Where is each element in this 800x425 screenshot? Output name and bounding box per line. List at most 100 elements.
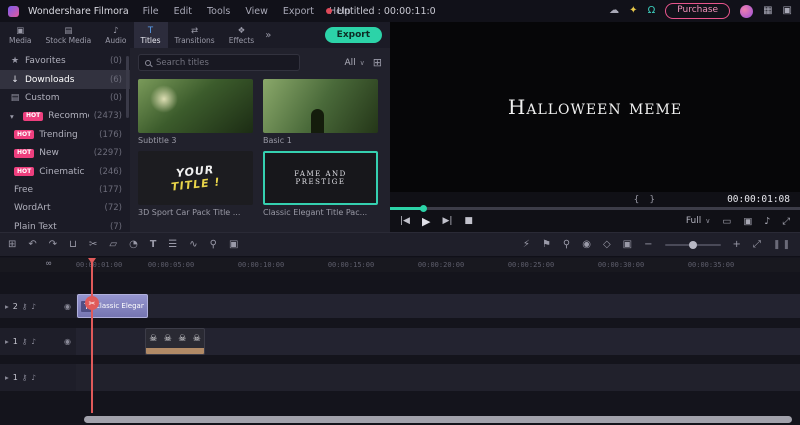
sidebar-item-wordart[interactable]: WordArt (72) <box>0 199 130 217</box>
mic-record-icon[interactable]: ⚲ <box>210 239 217 250</box>
sidebar-item-new[interactable]: HOT New (2297) <box>0 144 130 162</box>
speaker-icon[interactable]: ♪ <box>764 216 770 227</box>
track-collapse-icon[interactable]: ▸ <box>5 373 9 382</box>
tab-media[interactable]: ▣ Media <box>2 22 39 48</box>
sidebar-item-favorites[interactable]: ★ Favorites (0) <box>0 52 130 70</box>
color-adjust-icon[interactable]: ☰ <box>168 239 177 250</box>
playhead-scissors-handle[interactable]: ✂ <box>85 296 99 310</box>
track-lane[interactable] <box>76 294 800 318</box>
seek-progress <box>390 207 424 210</box>
grid-view-icon[interactable]: ⊞ <box>373 56 382 69</box>
eye-icon[interactable]: ◉ <box>64 337 71 346</box>
scrollbar-thumb[interactable] <box>84 415 792 423</box>
lock-icon[interactable]: ⚷ <box>22 302 28 311</box>
screen-record-icon[interactable]: ▣ <box>229 239 238 250</box>
snapshot-icon[interactable]: ▣ <box>743 216 752 227</box>
next-frame-button[interactable]: ▶| <box>442 216 452 226</box>
search-input[interactable] <box>156 57 293 68</box>
menu-export[interactable]: Export <box>280 6 317 17</box>
mute-icon[interactable]: ♪ <box>31 302 36 311</box>
track-collapse-icon[interactable]: ▸ <box>5 337 9 346</box>
sidebar-item-custom[interactable]: ▤ Custom (0) <box>0 89 130 107</box>
mute-icon[interactable]: ♪ <box>31 373 36 382</box>
record-button-icon[interactable]: ◉ <box>582 239 591 250</box>
undo-icon[interactable]: ↶ <box>28 239 36 250</box>
playhead[interactable]: ✂ <box>85 258 99 413</box>
title-thumbnail-classic-elegant[interactable]: FAME AND PRESTIGE Classic Elegant Title … <box>263 151 378 217</box>
tab-audio[interactable]: ♪ Audio <box>98 22 133 48</box>
seek-handle[interactable] <box>420 205 427 212</box>
sidebar-item-plain-text[interactable]: Plain Text (7) <box>0 218 130 232</box>
sidebar-label: Cinematic <box>39 166 85 177</box>
sidebar-label: WordArt <box>14 203 51 214</box>
voiceover-icon[interactable]: ⚲ <box>563 239 570 250</box>
fullscreen-icon[interactable]: ⤢ <box>782 216 790 227</box>
play-button[interactable]: ▶ <box>422 215 430 228</box>
split-icon[interactable]: ✂ <box>89 239 97 250</box>
tab-stock-media[interactable]: ▤ Stock Media <box>39 22 99 48</box>
sidebar-scrollbar[interactable] <box>126 56 129 118</box>
track-collapse-icon[interactable]: ▸ <box>5 302 9 311</box>
avatar[interactable] <box>740 4 754 18</box>
quality-dropdown[interactable]: Full ∨ <box>686 216 711 226</box>
track-lane[interactable] <box>76 364 800 391</box>
render-preview-icon[interactable]: ⚡ <box>523 239 530 250</box>
mute-icon[interactable]: ♪ <box>31 337 36 346</box>
sidebar-item-recommended[interactable]: ▾ HOT Recommended (2473) <box>0 107 130 125</box>
track-height-icon[interactable]: ❚❚ <box>773 240 792 250</box>
zoom-in-icon[interactable]: + <box>733 239 741 250</box>
tips-bulb-icon[interactable]: ✦ <box>629 6 637 16</box>
menu-tools[interactable]: Tools <box>204 6 233 17</box>
horizontal-scrollbar[interactable] <box>0 413 800 425</box>
crop-icon[interactable]: ▱ <box>109 239 117 250</box>
menu-edit[interactable]: Edit <box>171 6 195 17</box>
workspace-icon[interactable]: ⊞ <box>8 239 16 250</box>
menu-file[interactable]: File <box>140 6 162 17</box>
fit-display-icon[interactable]: ▭ <box>722 216 731 227</box>
marker-icon[interactable]: ⚑ <box>542 239 551 250</box>
audio-denoise-icon[interactable]: ∿ <box>189 239 197 250</box>
screenshot-icon[interactable]: ▣ <box>783 6 792 16</box>
title-thumbnail-basic1[interactable]: Basic 1 <box>263 79 378 145</box>
layout-icon[interactable]: ▦ <box>763 6 772 16</box>
speed-icon[interactable]: ◔ <box>129 239 138 250</box>
tab-titles[interactable]: T Titles <box>133 22 168 48</box>
title-thumbnail-subtitle3[interactable]: Subtitle 3 <box>138 79 253 145</box>
zoom-slider-handle[interactable] <box>688 240 697 249</box>
mark-out-icon[interactable]: } <box>649 195 655 205</box>
export-button[interactable]: Export <box>324 27 382 43</box>
title-thumbnail-3d-sport[interactable]: YOUR TITLE ! 3D Sport Car Pack Title ... <box>138 151 253 217</box>
sticker-clip[interactable]: ☠ ☠ ☠ ☠ <box>145 328 205 355</box>
lock-icon[interactable]: ⚷ <box>22 337 28 346</box>
purchase-button[interactable]: Purchase <box>665 3 731 19</box>
fit-timeline-icon[interactable]: ⤢ <box>753 239 761 250</box>
seek-bar[interactable] <box>390 205 800 212</box>
sidebar-item-downloads[interactable]: ↓ Downloads (6) <box>0 70 130 89</box>
lock-icon[interactable]: ⚷ <box>22 373 28 382</box>
support-headset-icon[interactable]: Ω <box>648 6 656 16</box>
menu-view[interactable]: View <box>242 6 271 17</box>
sidebar-item-free[interactable]: Free (177) <box>0 181 130 199</box>
eye-icon[interactable]: ◉ <box>64 302 71 311</box>
redo-icon[interactable]: ↷ <box>49 239 57 250</box>
mark-in-icon[interactable]: { <box>634 195 640 205</box>
skull-icon: ☠ <box>149 333 158 344</box>
sidebar-count: (0) <box>109 56 122 67</box>
text-edit-icon[interactable]: T <box>150 240 156 250</box>
timeline-ruler[interactable]: ∞ 00:00:01:00 00:00:05:00 00:00:10:00 00… <box>0 258 800 272</box>
sidebar-item-cinematic[interactable]: HOT Cinematic (246) <box>0 162 130 180</box>
zoom-slider[interactable] <box>664 240 721 249</box>
zoom-out-icon[interactable]: − <box>644 239 652 250</box>
tab-effects[interactable]: ❖ Effects <box>222 22 262 48</box>
expand-tabs-icon[interactable]: » <box>265 30 271 41</box>
tab-transitions[interactable]: ⇄ Transitions <box>168 22 222 48</box>
cloud-upload-icon[interactable]: ☁ <box>609 6 619 16</box>
sidebar-item-trending[interactable]: HOT Trending (176) <box>0 126 130 144</box>
stop-button[interactable]: ■ <box>464 216 473 226</box>
link-icon[interactable]: ∞ <box>46 259 51 269</box>
previous-frame-button[interactable]: |◀ <box>400 216 410 226</box>
delete-icon[interactable]: ⊔ <box>69 239 77 250</box>
keyframe-icon[interactable]: ◇ <box>603 239 611 250</box>
export-frame-icon[interactable]: ▣ <box>623 239 632 250</box>
filter-dropdown[interactable]: All ∨ <box>344 58 364 68</box>
